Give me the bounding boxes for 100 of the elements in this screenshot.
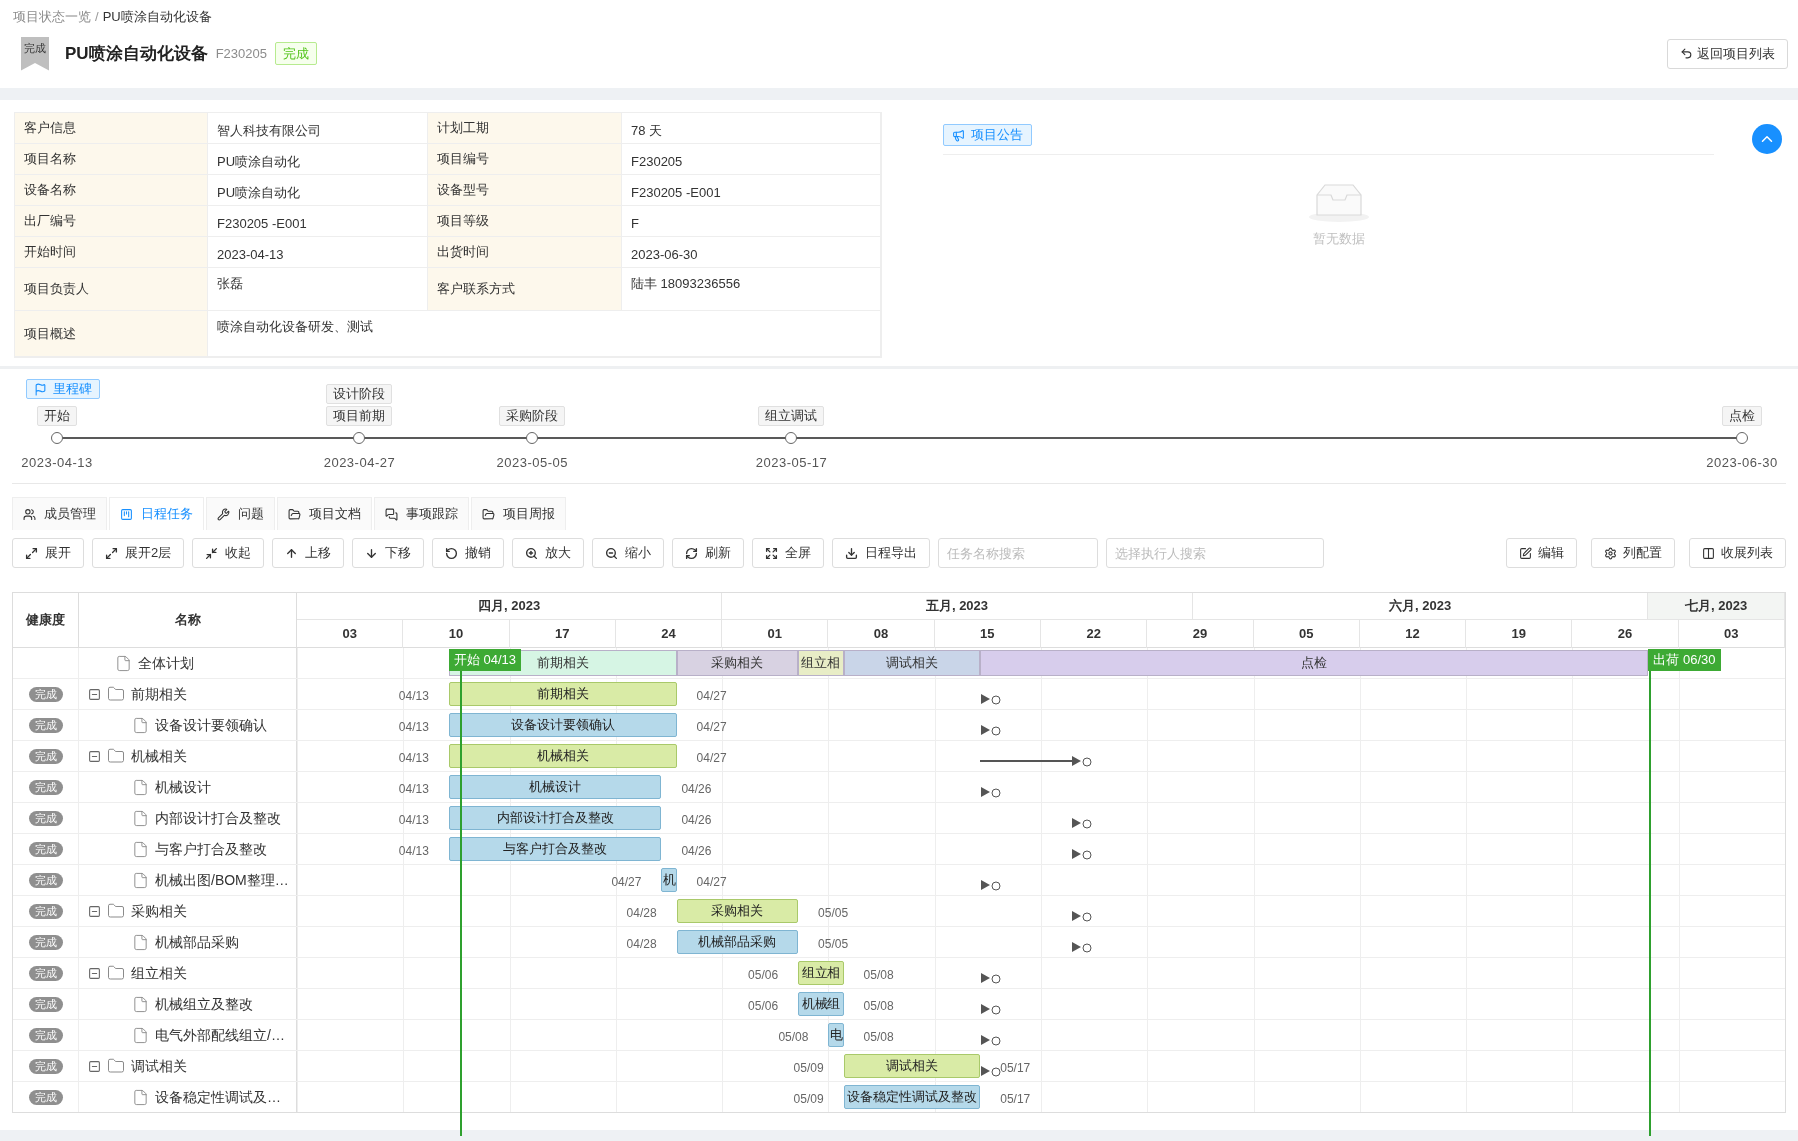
info-value: 喷涂自动化设备研发、测试: [208, 311, 881, 356]
undo-icon: [445, 546, 459, 560]
scroll-up-button[interactable]: [1752, 124, 1782, 154]
info-label: 出货时间: [428, 237, 622, 267]
milestone-label: 设计阶段: [326, 384, 393, 404]
task-bar: 组立相: [798, 961, 844, 985]
task-bar: 与客户打合及整改: [448, 837, 662, 861]
milestone-date: 2023-05-05: [496, 454, 568, 472]
breadcrumb-item: PU喷涂自动化设备: [102, 8, 212, 26]
task-name[interactable]: 采购相关: [131, 900, 187, 922]
week-header: 26: [1572, 620, 1679, 648]
arrow-down-icon: [365, 546, 379, 560]
breadcrumb-item[interactable]: 项目状态一览: [13, 7, 91, 27]
task-bar: 机械相关: [448, 744, 677, 768]
tab[interactable]: 项目文档: [277, 497, 372, 530]
info-value: 78 天: [622, 113, 881, 143]
start-date: 04/13: [398, 719, 429, 736]
toolbar-button[interactable]: 下移: [352, 538, 425, 568]
toolbar-button[interactable]: 展开: [12, 538, 84, 568]
task-name[interactable]: 设备稳定性调试及…: [155, 1086, 281, 1108]
folder-icon: [482, 507, 495, 521]
toolbar-button[interactable]: 展开2层: [92, 538, 185, 568]
health-badge: 完成: [28, 934, 63, 950]
toolbar-button[interactable]: 缩小: [592, 538, 665, 568]
task-bar: 内部设计打合及整改: [448, 806, 662, 830]
search-field[interactable]: 选择执行人搜索: [1106, 538, 1325, 568]
toolbar-button[interactable]: 上移: [272, 538, 345, 568]
tab[interactable]: 项目周报: [471, 497, 566, 530]
summary-bar: 组立相: [798, 650, 844, 676]
info-label: 项目概述: [15, 311, 208, 356]
task-name[interactable]: 机械出图/BOM整理…: [155, 869, 289, 891]
start-date: 05/09: [793, 1060, 824, 1077]
end-date: 04/27: [696, 688, 727, 705]
collapse-toggle-icon[interactable]: [88, 904, 101, 918]
collapse-toggle-icon[interactable]: [88, 1059, 101, 1073]
info-label: 客户信息: [15, 113, 208, 143]
tab[interactable]: 问题: [206, 497, 275, 530]
project-title: PU喷涂自动化设备: [65, 42, 208, 65]
status-ribbon: 完成: [21, 36, 49, 71]
start-date: 04/13: [398, 812, 429, 829]
task-name[interactable]: 电气外部配线组立/…: [155, 1024, 285, 1046]
health-badge: 完成: [28, 903, 63, 919]
milestone-date: 2023-04-27: [323, 454, 396, 472]
milestone-tag: 里程碑: [26, 379, 100, 399]
tab[interactable]: 事项跟踪: [374, 497, 469, 530]
folder-icon: [107, 902, 125, 920]
task-name[interactable]: 机械部品采购: [155, 931, 239, 953]
info-label: 项目名称: [15, 144, 208, 174]
return-icon: [1680, 47, 1693, 60]
file-icon: [132, 995, 149, 1013]
settings-icon: [1604, 546, 1617, 560]
back-to-list-button[interactable]: 返回项目列表: [1667, 38, 1788, 69]
toolbar-button[interactable]: 收起: [192, 538, 265, 568]
start-date: 04/13: [398, 781, 429, 798]
toolbar-button[interactable]: 编辑: [1506, 538, 1577, 568]
task-bar: 机械设计: [448, 775, 662, 799]
task-name[interactable]: 机械设计: [155, 776, 211, 798]
milestone-label: 采购阶段: [499, 406, 566, 426]
info-label: 计划工期: [428, 113, 622, 143]
health-badge: 完成: [28, 1089, 63, 1105]
arrow-up-icon: [285, 546, 299, 560]
search-field[interactable]: 任务名称搜索: [938, 538, 1099, 568]
folder-icon: [107, 1057, 125, 1075]
start-date: 05/06: [748, 998, 779, 1015]
task-name[interactable]: 机械相关: [131, 745, 187, 767]
task-name[interactable]: 设备设计要领确认: [155, 714, 267, 736]
wrench-icon: [217, 507, 230, 521]
week-header: 22: [1041, 620, 1148, 648]
end-date: 04/27: [696, 750, 727, 767]
task-name[interactable]: 全体计划: [138, 652, 194, 674]
milestone-date: 2023-04-13: [21, 454, 93, 472]
month-header: 五月, 2023: [722, 593, 1193, 620]
tab[interactable]: 成员管理: [12, 497, 107, 530]
toolbar-button[interactable]: 收展列表: [1689, 538, 1786, 568]
toolbar-button[interactable]: 刷新: [672, 538, 745, 568]
task-name[interactable]: 机械组立及整改: [155, 993, 253, 1015]
task-name[interactable]: 调试相关: [131, 1055, 187, 1077]
megaphone-icon: [952, 128, 965, 142]
info-label: 设备型号: [428, 175, 622, 205]
toolbar-button[interactable]: 撤销: [432, 538, 505, 568]
collapse-toggle-icon[interactable]: [88, 966, 101, 980]
health-badge: 完成: [28, 810, 63, 826]
task-bar: 前期相关: [448, 682, 677, 706]
toolbar-button[interactable]: 放大: [512, 538, 585, 568]
task-name[interactable]: 前期相关: [131, 683, 187, 705]
task-bar: 机械组: [798, 992, 844, 1016]
task-name[interactable]: 内部设计打合及整改: [155, 807, 281, 829]
collapse-toggle-icon[interactable]: [88, 687, 101, 701]
health-badge: 完成: [28, 717, 63, 733]
folder-icon: [107, 685, 125, 703]
folder-icon: [107, 747, 125, 765]
health-badge: 完成: [28, 872, 63, 888]
task-name[interactable]: 组立相关: [131, 962, 187, 984]
task-name[interactable]: 与客户打合及整改: [155, 838, 267, 860]
month-header: 七月, 2023: [1648, 593, 1785, 620]
info-label: 客户联系方式: [428, 268, 622, 310]
toolbar-button[interactable]: 列配置: [1591, 538, 1675, 568]
toolbar-button[interactable]: 全屏: [752, 538, 825, 568]
toolbar-button[interactable]: 日程导出: [832, 538, 931, 568]
collapse-toggle-icon[interactable]: [88, 749, 101, 763]
